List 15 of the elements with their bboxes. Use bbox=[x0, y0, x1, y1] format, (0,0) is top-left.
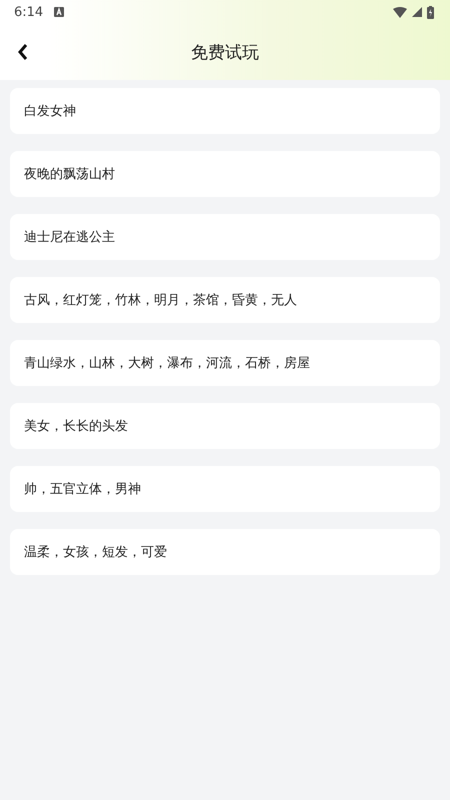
wifi-icon bbox=[393, 6, 407, 18]
list-item[interactable]: 迪士尼在逃公主 bbox=[10, 214, 440, 260]
signal-icon bbox=[412, 7, 422, 17]
list-item[interactable]: 帅，五官立体，男神 bbox=[10, 466, 440, 512]
list-item[interactable]: 白发女神 bbox=[10, 88, 440, 134]
status-time: 6:14 bbox=[14, 4, 44, 20]
list-item[interactable]: 夜晚的飘荡山村 bbox=[10, 151, 440, 197]
page-title: 免费试玩 bbox=[191, 42, 259, 64]
list-item[interactable]: 美女，长长的头发 bbox=[10, 403, 440, 449]
back-icon bbox=[18, 44, 28, 60]
battery-icon bbox=[427, 6, 434, 18]
notification-icon bbox=[54, 7, 64, 17]
list-item[interactable]: 古风，红灯笼，竹林，明月，茶馆，昏黄，无人 bbox=[10, 277, 440, 323]
list-item[interactable]: 温柔，女孩，短发，可爱 bbox=[10, 529, 440, 575]
list-item[interactable]: 青山绿水，山林，大树，瀑布，河流，石桥，房屋 bbox=[10, 340, 440, 386]
